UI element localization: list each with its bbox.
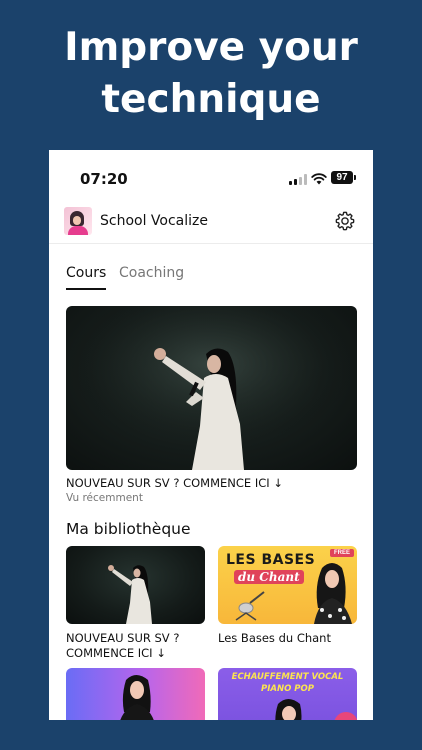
singer-photo — [108, 565, 152, 624]
tab-coaching[interactable]: Coaching — [119, 265, 184, 281]
microphone-and-singer-illustration — [235, 563, 352, 624]
library-card-thumbnail[interactable]: ECHAUFFEMENT VOCAL PIANO POP — [218, 668, 357, 720]
hero-video-thumbnail[interactable] — [66, 306, 357, 470]
headline-line-1: Improve your — [64, 25, 358, 70]
library-card-title[interactable]: Les Bases du Chant — [218, 631, 368, 646]
singer-photo — [66, 306, 357, 470]
avatar[interactable] — [64, 207, 92, 235]
library-card-thumbnail[interactable] — [66, 668, 205, 720]
active-tab-indicator — [66, 288, 106, 290]
wifi-icon — [311, 173, 327, 185]
library-card-title[interactable]: NOUVEAU SUR SV ? COMMENCE ICI ↓ — [66, 631, 216, 661]
library-heading: Ma bibliothèque — [66, 520, 191, 538]
phone-screen: 07:20 97 School Vocalize Cours Coaching — [49, 150, 373, 720]
library-card-thumbnail[interactable]: LES BASES du Chant FREE — [218, 546, 357, 624]
tab-cours[interactable]: Cours — [66, 265, 106, 281]
hero-title[interactable]: NOUVEAU SUR SV ? COMMENCE ICI ↓ — [66, 476, 366, 490]
singer-photo — [275, 699, 357, 720]
headline-line-2: technique — [101, 77, 321, 122]
status-time: 07:20 — [80, 170, 128, 188]
battery-icon: 97 — [331, 171, 356, 184]
library-card-thumbnail[interactable] — [66, 546, 205, 624]
settings-gear-icon[interactable] — [334, 210, 356, 232]
singer-photo — [120, 675, 154, 720]
marketing-headline: Improve your technique — [0, 22, 422, 126]
app-header: School Vocalize — [49, 202, 373, 244]
cellular-signal-icon — [289, 174, 307, 185]
app-name: School Vocalize — [100, 213, 209, 229]
status-bar: 07:20 97 — [49, 150, 373, 202]
hero-subtitle: Vu récemment — [66, 492, 143, 504]
